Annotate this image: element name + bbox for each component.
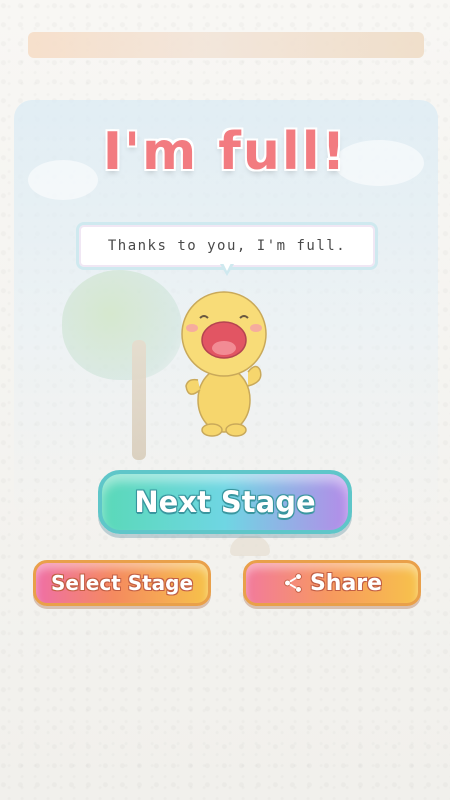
- speech-bubble-tail: [220, 263, 234, 276]
- select-stage-label: Select Stage: [50, 571, 194, 595]
- next-stage-button[interactable]: Next Stage: [98, 470, 352, 534]
- top-progress-bar: [28, 32, 424, 58]
- character-left-arm: [185, 378, 201, 395]
- select-stage-button[interactable]: Select Stage: [33, 560, 211, 606]
- speech-text: Thanks to you, I'm full.: [107, 238, 347, 254]
- character-left-cheek: [186, 324, 198, 332]
- character-left-foot: [201, 423, 223, 437]
- character-body: [197, 367, 251, 433]
- next-stage-label: Next Stage: [134, 485, 316, 519]
- mushroom: [230, 536, 270, 556]
- share-icon: [284, 573, 302, 593]
- page-title: I'm full!: [102, 122, 348, 182]
- tree-trunk: [132, 340, 146, 460]
- character-right-cheek: [250, 324, 262, 332]
- character-right-foot: [225, 423, 247, 437]
- character-tongue: [212, 341, 236, 355]
- share-button[interactable]: Share: [243, 560, 421, 606]
- character: [181, 291, 267, 437]
- share-label: Share: [309, 570, 383, 596]
- character-right-arm: [247, 365, 262, 387]
